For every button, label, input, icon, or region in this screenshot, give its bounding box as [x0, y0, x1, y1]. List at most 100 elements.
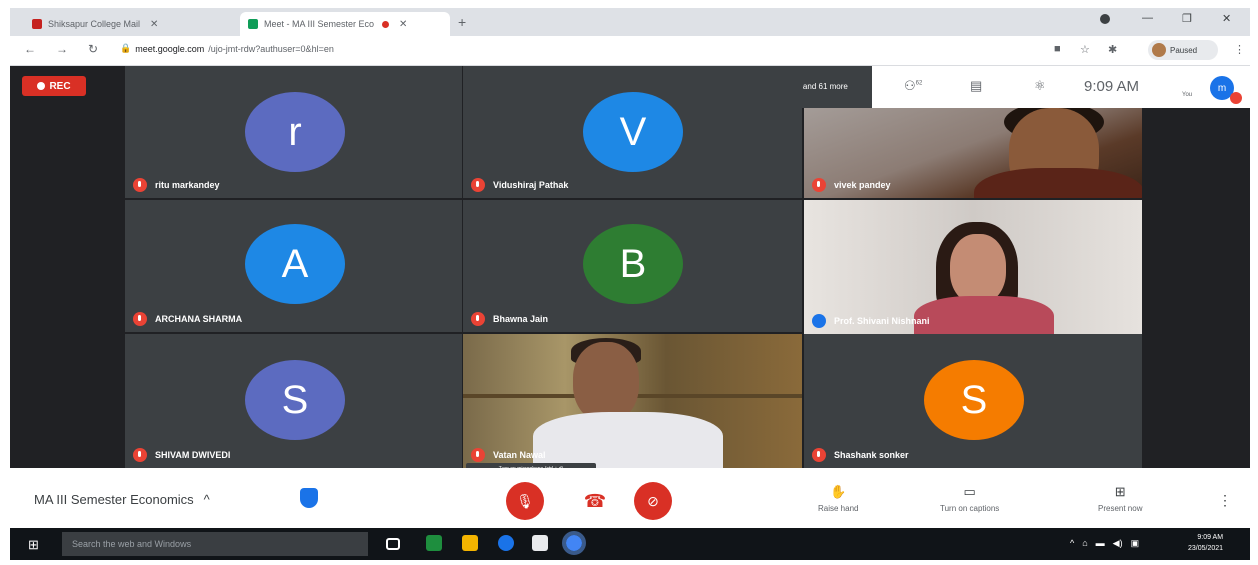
participant-tile[interactable]: S Shashank sonker [804, 334, 1142, 468]
chat-icon[interactable]: ▤ [970, 78, 982, 94]
participant-name-row: Bhawna Jain [471, 312, 548, 326]
participant-tile[interactable]: B Bhawna Jain [463, 200, 802, 332]
participant-name: Shashank sonker [834, 450, 909, 460]
video-feed [974, 168, 1142, 198]
taskbar-date: 23/05/2021 [1188, 545, 1224, 552]
participant-video-tile[interactable]: vivek pandey [804, 108, 1142, 198]
windows-start-icon[interactable]: ⊞ [28, 537, 39, 553]
store-icon[interactable] [532, 535, 548, 551]
gmail-icon [32, 19, 42, 29]
file-explorer-icon[interactable] [462, 535, 478, 551]
video-feed [573, 342, 639, 422]
audio-level-icon [812, 314, 826, 328]
participant-name: ritu markandey [155, 180, 220, 190]
media-icon[interactable] [1100, 14, 1110, 24]
profile-label: Paused [1170, 45, 1198, 55]
captions-label: Turn on captions [940, 504, 1000, 513]
participant-avatar: S [924, 360, 1024, 440]
network-icon[interactable]: ⌂ [1082, 538, 1087, 549]
task-view-icon[interactable] [386, 538, 400, 550]
tab-meet[interactable]: Meet - MA III Semester Eco ✕ [240, 12, 450, 36]
participant-avatar: r [245, 92, 345, 172]
extensions-icon[interactable]: ✱ [1108, 43, 1117, 56]
mic-off-icon [471, 312, 485, 326]
star-icon[interactable]: ☆ [1080, 43, 1090, 56]
participant-tile[interactable]: V Vidushiraj Pathak [463, 66, 802, 198]
video-feed [950, 234, 1006, 304]
rec-label: REC [49, 80, 71, 92]
recording-indicator-icon [382, 20, 390, 28]
mic-off-icon [812, 448, 826, 462]
taskbar-clock[interactable]: 9:09 AM 23/05/2021 [1188, 532, 1223, 554]
minimize-icon[interactable]: — [1142, 12, 1153, 24]
people-icon[interactable]: ⚇62 [904, 78, 922, 94]
participant-avatar: V [583, 92, 683, 172]
activities-icon[interactable]: ⚛ [1034, 78, 1046, 94]
windows-taskbar: ⊞ Search the web and Windows ^ ⌂ ▬ ◀) ▣ … [10, 528, 1250, 560]
host-controls-icon[interactable] [300, 488, 318, 508]
raise-hand-button[interactable]: ✋ Raise hand [818, 484, 858, 513]
captions-button[interactable]: ▭ Turn on captions [940, 484, 999, 513]
system-tray: ^ ⌂ ▬ ◀) ▣ [1070, 538, 1139, 549]
participant-tile[interactable]: A ARCHANA SHARMA [125, 200, 462, 332]
address-bar: ← → ↻ 🔒 meet.google.com/ujo-jmt-rdw?auth… [10, 36, 1250, 66]
hand-icon: ✋ [830, 484, 847, 499]
you-label: You [1182, 92, 1193, 98]
profile-button[interactable]: Paused [1148, 40, 1218, 60]
participant-video-tile[interactable]: Prof. Shivani Nishnani [804, 200, 1142, 334]
window-close-icon[interactable]: ✕ [1222, 12, 1231, 25]
mic-off-icon [133, 448, 147, 462]
close-icon[interactable]: ✕ [150, 19, 158, 30]
tab-title: Meet - MA III Semester Eco [264, 19, 375, 29]
camera-icon[interactable]: ■ [1054, 43, 1061, 55]
tab-title: Shiksapur College Mail [48, 19, 141, 29]
participant-name: Vatan Nawal [493, 450, 546, 460]
mic-off-icon [133, 178, 147, 192]
restore-icon[interactable]: ❐ [1182, 12, 1192, 25]
raise-hand-label: Raise hand [818, 504, 859, 513]
camera-toggle-button[interactable]: ⊘ [634, 482, 672, 520]
avatar [1152, 43, 1166, 57]
chrome-icon[interactable] [562, 531, 586, 555]
chevron-up-icon: ^ [203, 492, 210, 507]
chevron-up-icon[interactable]: ^ [1070, 538, 1074, 549]
tab-college-mail[interactable]: Shiksapur College Mail ✕ [24, 12, 234, 36]
more-options-icon[interactable]: ⋮ [1218, 492, 1232, 509]
mic-off-icon [471, 448, 485, 462]
taskbar-search[interactable]: Search the web and Windows [62, 532, 368, 556]
participant-name-row: Vatan Nawal [471, 448, 546, 462]
mic-off-icon [812, 178, 826, 192]
participant-tile[interactable]: r ritu markandey [125, 66, 462, 198]
forward-icon[interactable]: → [56, 42, 68, 56]
participant-name: Bhawna Jain [493, 314, 549, 324]
close-icon[interactable]: ✕ [399, 19, 407, 30]
participant-name-row: SHIVAM DWIVEDI [133, 448, 230, 462]
meeting-details-button[interactable]: MA III Semester Economics ^ [34, 492, 210, 507]
video-feed [533, 412, 723, 468]
present-label: Present now [1098, 504, 1143, 513]
excel-icon[interactable] [426, 535, 442, 551]
leave-call-button[interactable]: ☎ [576, 482, 614, 520]
notification-icon[interactable]: ▣ [1131, 538, 1140, 549]
taskbar-time: 9:09 AM [1197, 534, 1224, 541]
video-feed [914, 296, 1054, 334]
hang-up-icon: ☎ [583, 490, 607, 511]
back-icon[interactable]: ← [24, 42, 36, 56]
edge-icon[interactable] [498, 535, 514, 551]
participant-name: Prof. Shivani Nishnani [834, 316, 930, 326]
mic-toggle-button[interactable]: 🎙 [506, 482, 544, 520]
reload-icon[interactable]: ↻ [88, 42, 98, 56]
present-button[interactable]: ⊞ Present now [1098, 484, 1142, 513]
participant-tile[interactable]: S SHIVAM DWIVEDI [125, 334, 462, 468]
captions-icon: ▭ [963, 484, 976, 499]
present-icon: ⊞ [1114, 484, 1126, 499]
url-field[interactable]: 🔒 meet.google.com/ujo-jmt-rdw?authuser=0… [120, 43, 334, 54]
menu-icon[interactable]: ⋮ [1234, 43, 1245, 56]
volume-icon[interactable]: ◀) [1113, 538, 1123, 549]
screen: Shiksapur College Mail ✕ Meet - MA III S… [10, 8, 1250, 560]
browser-tab-strip: Shiksapur College Mail ✕ Meet - MA III S… [10, 8, 1250, 36]
battery-icon[interactable]: ▬ [1096, 538, 1105, 549]
mic-off-icon [1230, 92, 1242, 104]
new-tab-button[interactable]: + [458, 14, 466, 30]
participant-video-tile[interactable]: Vatan Nawal [463, 334, 802, 468]
